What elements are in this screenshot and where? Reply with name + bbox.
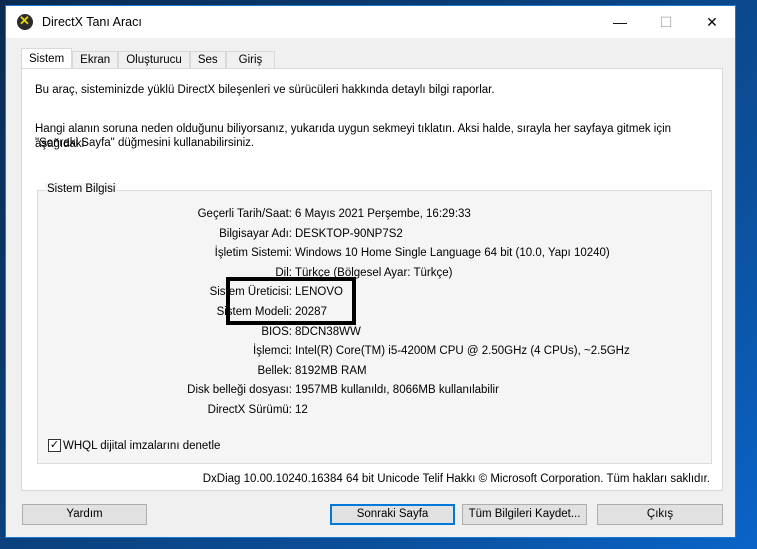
info-label: Geçerli Tarih/Saat:	[197, 208, 292, 220]
next-page-button[interactable]: Sonraki Sayfa	[330, 504, 455, 525]
whql-checkbox[interactable]: ✓ WHQL dijital imzalarını denetle	[48, 439, 220, 452]
info-row: Sistem Modeli: 20287	[38, 306, 713, 322]
title-bar[interactable]: DirectX Tanı Aracı — ☐ ✕	[6, 6, 735, 38]
info-value: 8192MB RAM	[295, 364, 367, 377]
info-row: Dil: Türkçe (Bölgesel Ayar: Türkçe)	[38, 267, 713, 283]
info-row: Bilgisayar Adı: DESKTOP-90NP7S2	[38, 228, 713, 244]
info-label: BIOS:	[261, 325, 292, 338]
directx-icon	[17, 13, 33, 30]
info-label: Disk belleği dosyası:	[187, 384, 292, 397]
instruction-text-2: "Sonraki Sayfa" düğmesini kullanabilirsi…	[35, 137, 255, 149]
info-value: Windows 10 Home Single Language 64 bit (…	[295, 247, 610, 260]
info-label: DirectX Sürümü:	[207, 404, 292, 416]
dxdiag-window: DirectX Tanı Aracı — ☐ ✕ Sistem Ekran Ol…	[5, 5, 736, 538]
system-info-group: Sistem Bilgisi Geçerli Tarih/Saat: 6 Mayı…	[37, 183, 713, 464]
version-copyright: DxDiag 10.00.10240.16384 64 bit Unicode …	[202, 473, 710, 485]
help-button[interactable]: Yardım	[22, 504, 147, 525]
tab-panel: Bu araç, sisteminizde yüklü DirectX bile…	[21, 68, 723, 491]
intro-text: Bu araç, sisteminizde yüklü DirectX bile…	[35, 84, 495, 96]
info-label: İşlemci:	[253, 345, 292, 358]
whql-label: WHQL dijital imzalarını denetle	[63, 439, 221, 452]
info-label: Bellek:	[257, 364, 292, 377]
info-value: DESKTOP-90NP7S2	[295, 227, 403, 240]
tab-sistem[interactable]: Sistem	[21, 48, 73, 70]
info-label: Bilgisayar Adı:	[219, 227, 292, 240]
checkbox-check-icon[interactable]: ✓	[48, 439, 61, 452]
minimize-button[interactable]: —	[597, 6, 643, 38]
info-row: Disk belleği dosyası: 1957MB kullanıldı, …	[38, 384, 713, 400]
info-row: İşlemci: Intel(R) Core(TM) i5-4200M CPU @…	[38, 345, 713, 361]
save-all-button[interactable]: Tüm Bilgileri Kaydet...	[462, 504, 587, 525]
info-value: 12	[295, 404, 308, 416]
exit-button[interactable]: Çıkış	[597, 504, 723, 525]
highlight-box	[226, 277, 356, 325]
info-row: İşletim Sistemi: Windows 10 Home Single L…	[38, 247, 713, 263]
info-row: BIOS: 8DCN38WW	[38, 326, 713, 342]
info-value: 1957MB kullanıldı, 8066MB kullanılabilir	[295, 384, 499, 397]
info-value: Intel(R) Core(TM) i5-4200M CPU @ 2.50GHz…	[295, 345, 630, 358]
info-value: 8DCN38WW	[295, 325, 361, 338]
info-row: Geçerli Tarih/Saat: 6 Mayıs 2021 Perşembe…	[38, 208, 713, 224]
group-title: Sistem Bilgisi	[45, 183, 118, 195]
info-label: İşletim Sistemi:	[214, 247, 292, 260]
maximize-button[interactable]: ☐	[643, 6, 689, 38]
info-value: 6 Mayıs 2021 Perşembe, 16:29:33	[295, 208, 471, 220]
info-row: DirectX Sürümü: 12	[38, 404, 713, 420]
close-button[interactable]: ✕	[689, 6, 735, 38]
info-row: Sistem Üreticisi: LENOVO	[38, 286, 713, 302]
info-row: Bellek: 8192MB RAM	[38, 365, 713, 381]
window-title: DirectX Tanı Aracı	[42, 15, 142, 29]
